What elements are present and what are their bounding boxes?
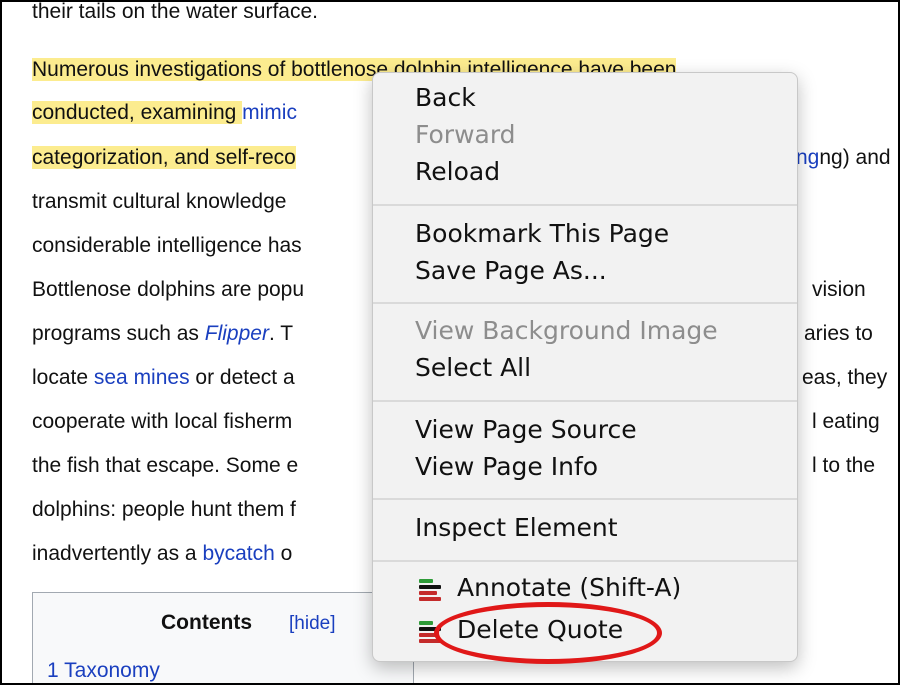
menu-item-view-page-source[interactable]: View Page Source (415, 415, 637, 444)
menu-item-view-background-image: View Background Image (415, 316, 718, 345)
article-line: Bottlenose dolphins are popu (32, 278, 305, 301)
callout-oval-annotation (434, 602, 662, 664)
mimicry-link[interactable]: mimic (242, 101, 297, 124)
menu-item-bookmark-page[interactable]: Bookmark This Page (415, 219, 669, 248)
article-line: the fish that escape. Some e (32, 454, 299, 477)
menu-item-back[interactable]: Back (415, 83, 476, 112)
contents-title: Contents (161, 611, 252, 634)
menu-separator (373, 204, 797, 206)
highlighted-text: conducted, examining (32, 101, 243, 124)
text: locate (32, 366, 94, 389)
context-menu: Back Forward Reload Bookmark This Page S… (372, 72, 798, 662)
article-line-tail: l eating (812, 410, 880, 433)
contents-hide-link[interactable]: [hide] (289, 613, 335, 635)
highlighted-text: categorization, and self-reco (32, 146, 296, 169)
text: or detect a (189, 366, 295, 389)
annotate-icon (419, 577, 443, 603)
article-line-tail: eas, they (802, 366, 888, 389)
article-line-tail: aries to (804, 322, 873, 345)
bycatch-link[interactable]: bycatch (202, 542, 274, 565)
text: ng) and (819, 146, 891, 169)
contents-item-taxonomy[interactable]: 1 Taxonomy (47, 659, 160, 683)
menu-item-forward: Forward (415, 120, 516, 149)
sea-mines-link[interactable]: sea mines (94, 366, 190, 389)
article-line-tail: l to the (812, 454, 876, 477)
article-line: categorization, and self-reco (32, 140, 296, 176)
menu-item-save-page-as[interactable]: Save Page As... (415, 256, 607, 285)
article-line: locate sea mines or detect a (32, 360, 295, 396)
article-line: transmit cultural knowledge (32, 190, 287, 213)
menu-separator (373, 400, 797, 402)
text: . T (268, 322, 294, 345)
article-line: cooperate with local fisherm (32, 410, 293, 433)
table-of-contents: Contents [hide] 1 Taxonomy (32, 592, 414, 683)
article-line: conducted, examining mimic (32, 95, 297, 131)
article-line: considerable intelligence has (32, 234, 302, 257)
menu-separator (373, 302, 797, 304)
menu-item-annotate[interactable]: Annotate (Shift-A) (457, 573, 681, 602)
menu-separator (373, 560, 797, 562)
text: inadvertently as a (32, 542, 203, 565)
menu-item-inspect-element[interactable]: Inspect Element (415, 513, 618, 542)
text: o (274, 542, 293, 565)
article-line: dolphins: people hunt them f (32, 498, 296, 521)
article-line: programs such as Flipper. T (32, 316, 293, 352)
menu-item-reload[interactable]: Reload (415, 157, 500, 186)
article-line: inadvertently as a bycatch o (32, 536, 292, 572)
article-line-tail: vision (812, 278, 866, 301)
menu-separator (373, 498, 797, 500)
text: programs such as (32, 322, 205, 345)
article-line-tail: ngng) and (796, 140, 891, 176)
menu-item-select-all[interactable]: Select All (415, 353, 531, 382)
menu-item-view-page-info[interactable]: View Page Info (415, 452, 598, 481)
article-line: their tails on the water surface. (32, 0, 318, 23)
flipper-link[interactable]: Flipper (205, 322, 269, 345)
tool-use-link[interactable]: ng (796, 146, 819, 169)
